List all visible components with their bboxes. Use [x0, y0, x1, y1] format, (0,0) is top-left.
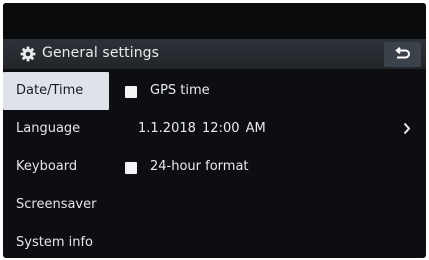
gps-time-row[interactable]: GPS time [109, 72, 426, 110]
sidebar-item-label: Date/Time [16, 83, 84, 98]
sidebar-item-label: System info [16, 235, 93, 250]
sidebar-item-label: Screensaver [16, 197, 97, 212]
back-button[interactable] [384, 42, 421, 67]
header-bar: General settings [3, 39, 426, 69]
hour-format-row[interactable]: 24-hour format [109, 148, 426, 186]
sidebar-item-language[interactable]: Language [3, 110, 109, 148]
sidebar-item-system-info[interactable]: System info [3, 224, 109, 258]
settings-content: GPS time 1.1.2018 12:00 AM 24-hour forma… [109, 69, 426, 258]
sidebar-item-screensaver[interactable]: Screensaver [3, 186, 109, 224]
hour-format-checkbox[interactable] [125, 162, 137, 174]
sidebar-menu: Date/Time Language Keyboard Screensaver … [3, 69, 109, 258]
page-title: General settings [42, 45, 160, 61]
date-time-row[interactable]: 1.1.2018 12:00 AM [109, 110, 426, 148]
sidebar-item-label: Language [16, 121, 81, 136]
date-time-value: 1.1.2018 12:00 AM [138, 121, 266, 136]
top-strip [3, 3, 426, 39]
sidebar-item-date-time[interactable]: Date/Time [3, 72, 109, 110]
gps-time-label: GPS time [150, 83, 210, 98]
chevron-right-icon [403, 122, 411, 135]
sidebar-item-label: Keyboard [16, 159, 78, 174]
sidebar-item-keyboard[interactable]: Keyboard [3, 148, 109, 186]
gps-time-checkbox[interactable] [125, 86, 137, 98]
back-arrow-icon [395, 47, 410, 59]
settings-screen: General settings Date/Time Language Keyb… [3, 3, 426, 258]
gear-icon [20, 46, 36, 62]
hour-format-label: 24-hour format [150, 159, 249, 174]
